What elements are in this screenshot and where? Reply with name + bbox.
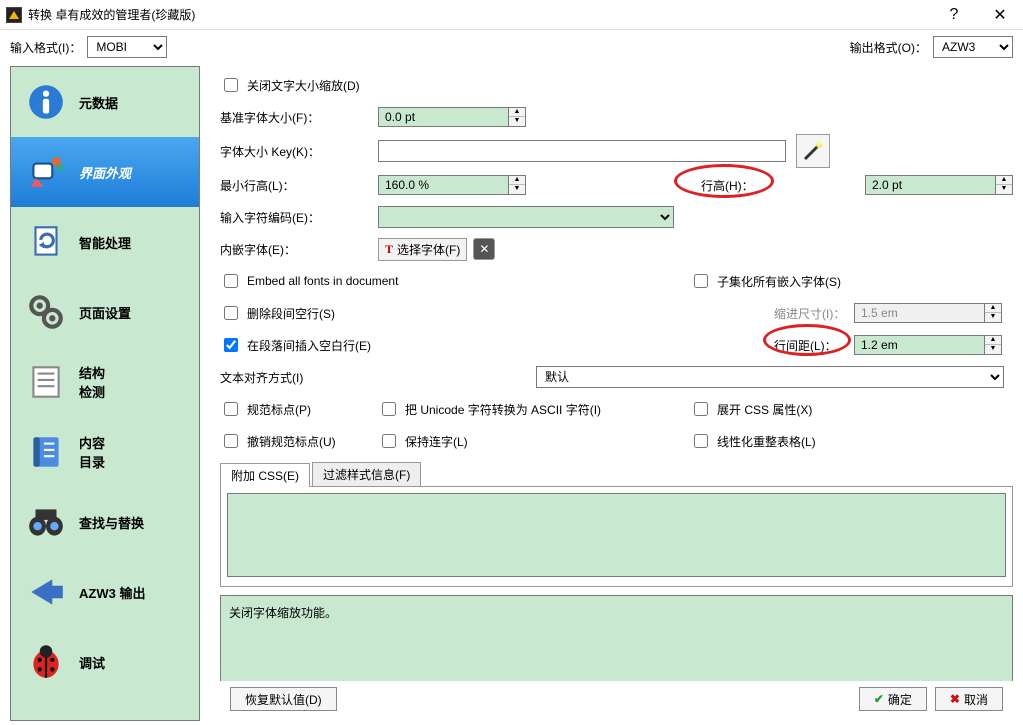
remove-font-button[interactable]: ✕ [473, 238, 495, 260]
hint-text: 关闭字体缩放功能。 [229, 606, 337, 620]
disable-font-rescaling-checkbox[interactable]: 关闭文字大小缩放(D) [220, 75, 360, 95]
sidebar-item-label: 调试 [79, 653, 105, 672]
sidebar-item-page-setup[interactable]: 页面设置 [11, 277, 199, 347]
input-format-select[interactable]: MOBI [87, 36, 167, 58]
output-format-select[interactable]: AZW3 [933, 36, 1013, 58]
refresh-doc-icon [25, 221, 67, 263]
indent-size-label: 缩进尺寸(I)： [774, 305, 854, 322]
arrow-left-icon [25, 571, 67, 613]
tab-filter-style[interactable]: 过滤样式信息(F) [312, 462, 421, 486]
choose-font-button[interactable]: T 选择字体(F) [378, 238, 467, 261]
line-spacing-label: 行间距(L)： [774, 337, 854, 354]
input-format-label: 输入格式(I)： [10, 39, 81, 56]
sidebar-item-label: 智能处理 [79, 233, 131, 252]
min-line-height-spinner[interactable]: ▲▼ [378, 175, 526, 195]
line-height-label: 行高(H)： [701, 177, 865, 194]
font-t-icon: T [385, 242, 393, 257]
insert-blank-line-checkbox[interactable]: 在段落间插入空白行(E) [220, 335, 774, 355]
sidebar-item-label: 结构 检测 [79, 363, 105, 401]
embed-font-label: 内嵌字体(E)： [220, 241, 378, 258]
sidebar-item-label: 内容 目录 [79, 433, 105, 471]
output-format-label: 输出格式(O)： [850, 39, 927, 56]
sidebar-item-label: 元数据 [79, 93, 118, 112]
info-icon [25, 81, 67, 123]
unsmarten-punct-checkbox[interactable]: 撤销规范标点(U) [220, 431, 378, 451]
ok-button[interactable]: ✔ 确定 [859, 687, 927, 711]
text-align-select[interactable]: 默认 [536, 366, 1004, 388]
paint-bucket-icon [25, 151, 67, 193]
font-size-key-label: 字体大小 Key(K)： [220, 143, 378, 160]
line-height-spinner[interactable]: ▲▼ [865, 175, 1013, 195]
tab-body [220, 487, 1013, 587]
sidebar-item-output[interactable]: AZW3 输出 [11, 557, 199, 627]
tab-extra-css[interactable]: 附加 CSS(E) [220, 463, 310, 487]
format-bar: 输入格式(I)： MOBI 输出格式(O)： AZW3 [0, 30, 1023, 64]
window-title: 转换 卓有成效的管理者(珍藏版) [28, 6, 931, 23]
help-button[interactable]: ? [931, 0, 977, 30]
restore-defaults-button[interactable]: 恢复默认值(D) [230, 687, 337, 711]
check-icon: ✔ [874, 692, 884, 706]
css-tabs: 附加 CSS(E) 过滤样式信息(F) [220, 462, 1013, 487]
min-line-height-label: 最小行高(L)： [220, 177, 378, 194]
main-panel: 关闭文字大小缩放(D) 基准字体大小(F)： ▲▼ 字体大小 Key(K)： [200, 64, 1023, 725]
remove-para-spacing-checkbox[interactable]: 删除段间空行(S) [220, 303, 774, 323]
embed-all-fonts-checkbox[interactable]: Embed all fonts in document [220, 271, 690, 291]
extra-css-textarea[interactable] [227, 493, 1006, 577]
sidebar-item-metadata[interactable]: 元数据 [11, 67, 199, 137]
titlebar: 转换 卓有成效的管理者(珍藏版) ? ✕ [0, 0, 1023, 30]
binoculars-icon [25, 501, 67, 543]
smarten-punct-checkbox[interactable]: 规范标点(P) [220, 399, 378, 419]
input-encoding-label: 输入字符编码(E)： [220, 209, 378, 226]
ladybug-icon [25, 641, 67, 683]
font-size-key-input[interactable] [378, 140, 786, 162]
x-icon: ✖ [950, 692, 960, 706]
notebook-icon [25, 431, 67, 473]
base-font-size-label: 基准字体大小(F)： [220, 109, 378, 126]
transliterate-unicode-checkbox[interactable]: 把 Unicode 字符转换为 ASCII 字符(I) [378, 399, 690, 419]
line-spacing-spinner[interactable]: ▲▼ [854, 335, 1002, 355]
sidebar-item-structure[interactable]: 结构 检测 [11, 347, 199, 417]
sidebar-item-search-replace[interactable]: 查找与替换 [11, 487, 199, 557]
close-button[interactable]: ✕ [977, 0, 1023, 30]
sidebar-item-debug[interactable]: 调试 [11, 627, 199, 697]
doc-lines-icon [25, 361, 67, 403]
expand-css-checkbox[interactable]: 展开 CSS 属性(X) [690, 399, 812, 419]
sidebar-item-look-feel[interactable]: 界面外观 [11, 137, 199, 207]
app-icon [6, 7, 22, 23]
sidebar: 元数据 界面外观 智能处理 页面设置 结构 检测 [10, 66, 200, 721]
base-font-size-spinner[interactable]: ▲▼ [378, 107, 526, 127]
bottom-bar: 恢复默认值(D) ✔ 确定 ✖ 取消 [220, 681, 1013, 719]
sidebar-item-toc[interactable]: 内容 目录 [11, 417, 199, 487]
sidebar-item-label: 页面设置 [79, 303, 131, 322]
sidebar-item-label: 界面外观 [79, 163, 131, 182]
linearize-tables-checkbox[interactable]: 线性化重整表格(L) [690, 431, 816, 451]
sidebar-item-label: 查找与替换 [79, 513, 144, 532]
hint-box: 关闭字体缩放功能。 [220, 595, 1013, 681]
cancel-button[interactable]: ✖ 取消 [935, 687, 1003, 711]
sidebar-item-heuristic[interactable]: 智能处理 [11, 207, 199, 277]
keep-ligatures-checkbox[interactable]: 保持连字(L) [378, 431, 690, 451]
gears-icon [25, 291, 67, 333]
text-align-label: 文本对齐方式(I) [220, 369, 536, 386]
subset-fonts-checkbox[interactable]: 子集化所有嵌入字体(S) [690, 271, 841, 291]
wizard-button[interactable] [796, 134, 830, 168]
sidebar-item-label: AZW3 输出 [79, 583, 145, 602]
input-encoding-select[interactable] [378, 206, 674, 228]
indent-size-spinner: ▲▼ [854, 303, 1002, 323]
